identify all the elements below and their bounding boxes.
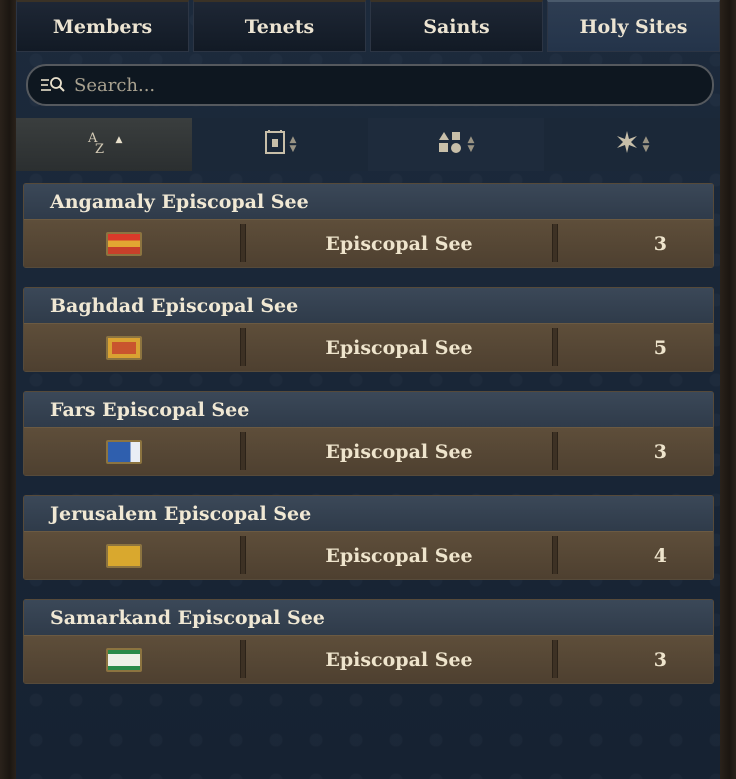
list-item[interactable]: Fars Episcopal See Episcopal See 3 (23, 391, 714, 476)
site-type: Episcopal See (325, 544, 473, 567)
list-item[interactable]: Jerusalem Episcopal See Episcopal See 4 (23, 495, 714, 580)
site-type: Episcopal See (325, 232, 473, 255)
blue-white-flag-icon (106, 439, 142, 464)
site-name: Samarkand Episcopal See (24, 600, 713, 636)
site-name: Baghdad Episcopal See (24, 288, 713, 324)
list-item[interactable]: Baghdad Episcopal See Episcopal See 5 (23, 287, 714, 372)
green-white-flag-icon (106, 647, 142, 672)
site-count: 3 (653, 648, 667, 671)
site-name: Jerusalem Episcopal See (24, 496, 713, 532)
red-gold-striped-flag-icon (106, 231, 142, 256)
star-burst-sort-icon (615, 130, 639, 160)
divider (552, 536, 558, 574)
divider (552, 224, 558, 262)
sort-holding-button[interactable]: ▲ ▼ (192, 118, 368, 171)
svg-text:Z: Z (95, 142, 104, 155)
tab-bar: Members Tenets Saints Holy Sites (16, 0, 720, 52)
sort-importance-button[interactable]: ▲ ▼ (544, 118, 720, 171)
site-count: 4 (653, 544, 667, 567)
list-item[interactable]: Angamaly Episcopal See Episcopal See 3 (23, 183, 714, 268)
site-name: Fars Episcopal See (24, 392, 713, 428)
site-count: 5 (653, 336, 667, 359)
holy-sites-list: Angamaly Episcopal See Episcopal See 3 B… (23, 183, 714, 703)
left-frame-border (0, 0, 16, 779)
ornate-red-gold-flag-icon (106, 335, 142, 360)
holding-sort-icon (264, 129, 286, 161)
sort-alphabetical-button[interactable]: A Z ▲▼ (16, 118, 192, 171)
divider (552, 328, 558, 366)
site-type: Episcopal See (325, 648, 473, 671)
site-count: 3 (653, 232, 667, 255)
tab-holy-sites[interactable]: Holy Sites (547, 0, 720, 52)
right-frame-border (720, 0, 736, 779)
search-bar (26, 64, 714, 106)
site-name: Angamaly Episcopal See (24, 184, 713, 220)
sort-arrows-icon: ▲▼ (642, 134, 650, 154)
tab-tenets[interactable]: Tenets (193, 0, 366, 52)
sort-arrows-icon: ▲▼ (115, 134, 123, 145)
search-icon[interactable] (40, 75, 66, 95)
faith-panel: Members Tenets Saints Holy Sites A Z (16, 0, 720, 779)
divider (552, 432, 558, 470)
gold-crescent-flag-icon (106, 543, 142, 568)
site-count: 3 (653, 440, 667, 463)
shapes-sort-icon (438, 130, 464, 160)
site-type: Episcopal See (325, 440, 473, 463)
alphabetical-sort-icon: A Z (86, 129, 112, 161)
sort-bar: A Z ▲▼ ▲▼ (16, 118, 720, 171)
tab-saints[interactable]: Saints (370, 0, 543, 52)
site-type: Episcopal See (325, 336, 473, 359)
search-input[interactable] (74, 74, 712, 96)
list-item[interactable]: Samarkand Episcopal See Episcopal See 3 (23, 599, 714, 684)
sort-arrows-icon: ▲▼ (467, 134, 475, 154)
sort-type-button[interactable]: ▲ ▼ (368, 118, 544, 171)
tab-members[interactable]: Members (16, 0, 189, 52)
divider (552, 640, 558, 678)
sort-arrows-icon: ▲▼ (289, 134, 297, 154)
